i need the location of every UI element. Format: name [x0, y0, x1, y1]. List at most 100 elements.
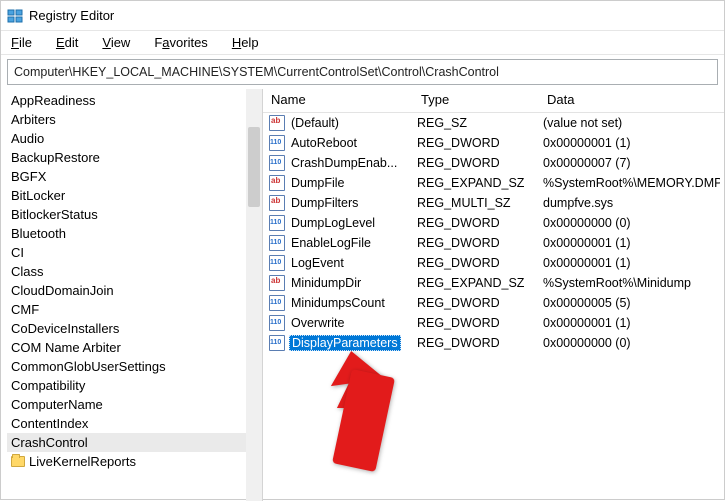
tree-item-label: CMF [11, 302, 39, 317]
string-value-icon [269, 275, 285, 291]
titlebar: Registry Editor [1, 1, 724, 31]
menu-help[interactable]: Help [226, 33, 265, 52]
col-name[interactable]: Name [263, 89, 413, 112]
value-type: REG_DWORD [413, 216, 539, 230]
tree-item-label: Compatibility [11, 378, 85, 393]
value-data: 0x00000001 (1) [539, 316, 720, 330]
tree-item[interactable]: CloudDomainJoin [7, 281, 262, 300]
value-data: dumpfve.sys [539, 196, 720, 210]
tree-item[interactable]: ComputerName [7, 395, 262, 414]
tree-item-label: Bluetooth [11, 226, 66, 241]
binary-value-icon [269, 235, 285, 251]
tree-item-label: BGFX [11, 169, 46, 184]
menubar: File Edit View Favorites Help [1, 31, 724, 55]
value-type: REG_MULTI_SZ [413, 196, 539, 210]
tree-item[interactable]: AppReadiness [7, 91, 262, 110]
value-type: REG_DWORD [413, 336, 539, 350]
col-type[interactable]: Type [413, 89, 539, 112]
value-data: 0x00000000 (0) [539, 216, 720, 230]
tree-item[interactable]: Audio [7, 129, 262, 148]
tree-item-label: BitLocker [11, 188, 65, 203]
menu-edit[interactable]: Edit [50, 33, 84, 52]
tree-scroll-thumb[interactable] [248, 127, 260, 207]
value-name: (Default) [289, 116, 341, 130]
binary-value-icon [269, 295, 285, 311]
value-name: EnableLogFile [289, 236, 373, 250]
menu-favorites[interactable]: Favorites [148, 33, 213, 52]
tree-item-label: CrashControl [11, 435, 88, 450]
binary-value-icon [269, 255, 285, 271]
tree-item-label: Class [11, 264, 44, 279]
tree-item[interactable]: BitLocker [7, 186, 262, 205]
value-name: Overwrite [289, 316, 346, 330]
tree-item[interactable]: Bluetooth [7, 224, 262, 243]
tree-pane: AppReadiness Arbiters Audio BackupRestore BG… [1, 89, 263, 501]
tree-item[interactable]: ContentIndex [7, 414, 262, 433]
column-headers[interactable]: Name Type Data [263, 89, 724, 113]
value-name: LogEvent [289, 256, 346, 270]
tree-item-label: CommonGlobUserSettings [11, 359, 166, 374]
value-row[interactable]: DumpFileREG_EXPAND_SZ%SystemRoot%\MEMORY… [263, 173, 724, 193]
tree-item-label: Audio [11, 131, 44, 146]
tree-item-label: ContentIndex [11, 416, 88, 431]
tree-item[interactable]: BGFX [7, 167, 262, 186]
values-pane: Name Type Data (Default)REG_SZ(value not… [263, 89, 724, 501]
value-row[interactable]: DumpLogLevelREG_DWORD0x00000000 (0) [263, 213, 724, 233]
tree-item[interactable]: LiveKernelReports [7, 452, 262, 471]
menu-file[interactable]: File [5, 33, 38, 52]
value-row[interactable]: DisplayParametersREG_DWORD0x00000000 (0) [263, 333, 724, 353]
window-title: Registry Editor [29, 8, 114, 23]
tree-item-label: AppReadiness [11, 93, 96, 108]
tree-list[interactable]: AppReadiness Arbiters Audio BackupRestore BG… [1, 89, 262, 473]
value-name: AutoReboot [289, 136, 359, 150]
tree-item-label: ComputerName [11, 397, 103, 412]
tree-item[interactable]: Compatibility [7, 376, 262, 395]
menu-view[interactable]: View [96, 33, 136, 52]
value-row[interactable]: MinidumpDirREG_EXPAND_SZ%SystemRoot%\Min… [263, 273, 724, 293]
value-data: 0x00000005 (5) [539, 296, 720, 310]
value-name: CrashDumpEnab... [289, 156, 399, 170]
value-row[interactable]: CrashDumpEnab...REG_DWORD0x00000007 (7) [263, 153, 724, 173]
binary-value-icon [269, 155, 285, 171]
value-type: REG_EXPAND_SZ [413, 276, 539, 290]
tree-item-label: LiveKernelReports [29, 454, 136, 469]
tree-item-label: CI [11, 245, 24, 260]
tree-item[interactable]: Class [7, 262, 262, 281]
tree-item[interactable]: BitlockerStatus [7, 205, 262, 224]
value-row[interactable]: (Default)REG_SZ(value not set) [263, 113, 724, 133]
app-icon [7, 8, 23, 24]
value-data: 0x00000007 (7) [539, 156, 720, 170]
value-data: 0x00000001 (1) [539, 256, 720, 270]
tree-item[interactable]: CommonGlobUserSettings [7, 357, 262, 376]
binary-value-icon [269, 135, 285, 151]
value-row[interactable]: DumpFilters REG_MULTI_SZdumpfve.sys [263, 193, 724, 213]
tree-item-label: COM Name Arbiter [11, 340, 121, 355]
value-row[interactable]: Overwrite REG_DWORD0x00000001 (1) [263, 313, 724, 333]
col-data[interactable]: Data [539, 89, 724, 112]
tree-item[interactable]: CI [7, 243, 262, 262]
tree-item[interactable]: BackupRestore [7, 148, 262, 167]
binary-value-icon [269, 315, 285, 331]
value-row[interactable]: AutoReboot REG_DWORD0x00000001 (1) [263, 133, 724, 153]
tree-item-label: Arbiters [11, 112, 56, 127]
value-row[interactable]: MinidumpsCountREG_DWORD0x00000005 (5) [263, 293, 724, 313]
tree-item[interactable]: CoDeviceInstallers [7, 319, 262, 338]
tree-item-label: BitlockerStatus [11, 207, 98, 222]
values-list[interactable]: (Default)REG_SZ(value not set)AutoReboot… [263, 113, 724, 353]
value-row[interactable]: EnableLogFileREG_DWORD0x00000001 (1) [263, 233, 724, 253]
tree-item[interactable]: CrashControl [7, 433, 262, 452]
value-row[interactable]: LogEvent REG_DWORD0x00000001 (1) [263, 253, 724, 273]
address-bar[interactable]: Computer\HKEY_LOCAL_MACHINE\SYSTEM\Curre… [7, 59, 718, 85]
tree-item[interactable]: CMF [7, 300, 262, 319]
tree-item-label: CoDeviceInstallers [11, 321, 119, 336]
tree-item[interactable]: Arbiters [7, 110, 262, 129]
value-type: REG_EXPAND_SZ [413, 176, 539, 190]
value-type: REG_DWORD [413, 316, 539, 330]
value-data: 0x00000001 (1) [539, 136, 720, 150]
value-name: DumpFilters [289, 196, 360, 210]
tree-scrollbar[interactable] [246, 89, 262, 501]
value-type: REG_DWORD [413, 136, 539, 150]
value-type: REG_DWORD [413, 256, 539, 270]
tree-item-label: CloudDomainJoin [11, 283, 114, 298]
tree-item[interactable]: COM Name Arbiter [7, 338, 262, 357]
